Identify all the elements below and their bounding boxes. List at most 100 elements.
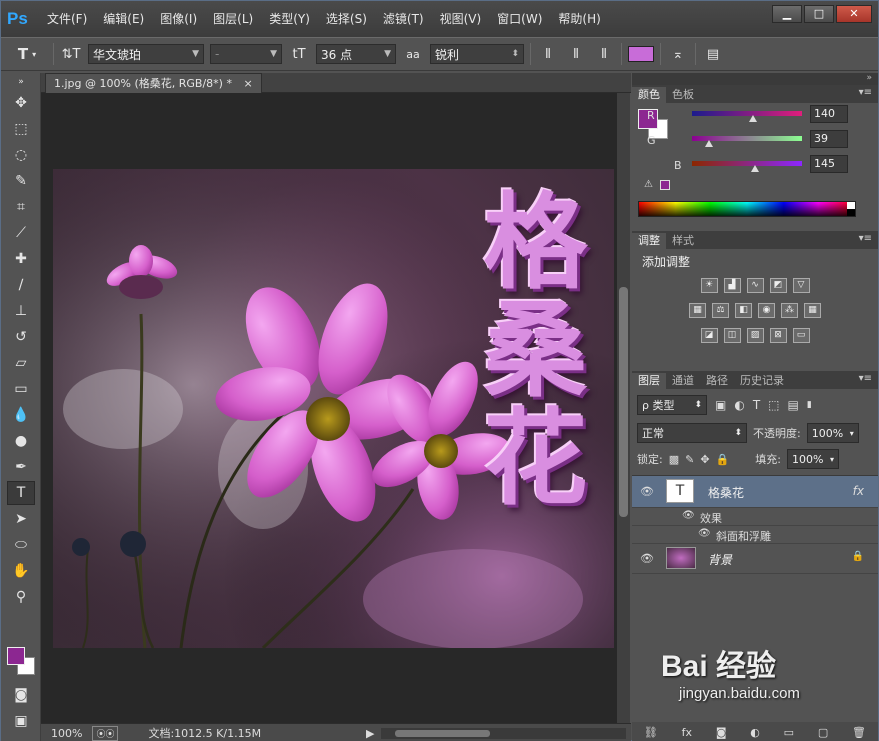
scroll-thumb[interactable] (619, 287, 628, 517)
document-image[interactable]: 格桑花 (53, 169, 614, 648)
vertical-scrollbar[interactable] (617, 93, 630, 723)
collapse-icon[interactable]: » (7, 75, 35, 89)
channel-value-field[interactable]: 39 (810, 130, 848, 148)
levels-icon[interactable]: ▟ (723, 278, 741, 293)
text-color-swatch[interactable] (628, 46, 654, 62)
tab-adjustments[interactable]: 调整 (632, 233, 666, 249)
menu-select[interactable]: 选择(S) (318, 1, 375, 37)
opacity-field[interactable]: 100% ▾ (806, 423, 859, 443)
channel-slider-track[interactable] (692, 111, 802, 116)
foreground-color-swatch[interactable] (7, 647, 25, 665)
hue-saturation-icon[interactable]: ▦ (689, 303, 706, 318)
menu-filter[interactable]: 滤镜(T) (375, 1, 432, 37)
effects-row[interactable]: 👁 效果 (632, 508, 878, 526)
toggle-orientation-button[interactable]: ⇅T (60, 43, 82, 65)
menu-view[interactable]: 视图(V) (432, 1, 490, 37)
channel-slider-thumb[interactable] (750, 165, 759, 172)
lasso-tool-icon[interactable]: ◌ (7, 143, 35, 167)
posterize-icon[interactable]: ◫ (723, 328, 741, 343)
tab-channels[interactable]: 通道 (666, 373, 700, 389)
channel-mixer-icon[interactable]: ⁂ (781, 303, 798, 318)
tab-swatches[interactable]: 色板 (666, 87, 700, 103)
gradient-tool-icon[interactable]: ▭ (7, 377, 35, 401)
filter-shape-icon[interactable]: ⬚ (768, 398, 779, 412)
exposure-icon[interactable]: ◩ (769, 278, 787, 293)
vibrance-icon[interactable]: ▽ (792, 278, 810, 293)
effect-bevel-row[interactable]: 👁 斜面和浮雕 (632, 526, 878, 544)
menu-image[interactable]: 图像(I) (152, 1, 205, 37)
gamut-color-chip[interactable] (660, 180, 670, 190)
selective-color-icon[interactable]: ⊠ (769, 328, 787, 343)
filter-smart-icon[interactable]: ▤ (788, 398, 799, 412)
invert-icon[interactable]: ◪ (700, 328, 718, 343)
color-lookup-icon[interactable]: ▦ (804, 303, 821, 318)
history-brush-tool-icon[interactable]: ↺ (7, 325, 35, 349)
gamut-warning-icon[interactable]: ⚠ (644, 179, 653, 190)
clone-stamp-tool-icon[interactable]: ⊥ (7, 299, 35, 323)
layer-name[interactable]: 背景 (708, 551, 732, 568)
horizontal-scrollbar[interactable] (381, 728, 626, 739)
menu-file[interactable]: 文件(F) (39, 1, 95, 37)
tab-history[interactable]: 历史记录 (734, 373, 790, 389)
menu-help[interactable]: 帮助(H) (550, 1, 608, 37)
healing-brush-tool-icon[interactable]: ✚ (7, 247, 35, 271)
threshold-icon[interactable]: ▨ (746, 328, 764, 343)
color-spectrum-bar[interactable] (638, 201, 856, 217)
crop-tool-icon[interactable]: ⌗ (7, 195, 35, 219)
marquee-tool-icon[interactable]: ⬚ (7, 117, 35, 141)
maximize-button[interactable]: □ (804, 5, 834, 23)
menu-layer[interactable]: 图层(L) (205, 1, 261, 37)
screen-mode-icon[interactable]: ▣ (7, 709, 35, 733)
black-white-icon[interactable]: ◧ (735, 303, 752, 318)
menu-type[interactable]: 类型(Y) (261, 1, 318, 37)
channel-value-field[interactable]: 140 (810, 105, 848, 123)
eyedropper-tool-icon[interactable]: ⟋ (7, 221, 35, 245)
channel-slider-thumb[interactable] (704, 140, 713, 147)
add-mask-icon[interactable]: ◙ (716, 726, 727, 739)
zoom-tool-icon[interactable]: ⚲ (7, 585, 35, 609)
align-right-icon[interactable]: ⦀ (593, 43, 615, 65)
filter-toggle-icon[interactable]: ▮ (807, 400, 812, 410)
panel-menu-icon[interactable]: ▾≡ (859, 233, 872, 244)
menu-window[interactable]: 窗口(W) (489, 1, 550, 37)
zoom-level[interactable]: 100% (51, 727, 82, 740)
tab-paths[interactable]: 路径 (700, 373, 734, 389)
status-menu-icon[interactable]: ⦿⦿ (92, 725, 119, 741)
font-size-select[interactable]: 36 点 ▼ (316, 44, 396, 64)
delete-layer-icon[interactable]: 🗑 (852, 726, 866, 739)
scroll-thumb[interactable] (395, 730, 490, 737)
new-group-icon[interactable]: ▭ (784, 726, 794, 739)
visibility-eye-icon[interactable]: 👁 (640, 485, 654, 498)
blend-mode-select[interactable]: 正常 ⬍ (637, 423, 747, 443)
dodge-tool-icon[interactable]: ● (7, 429, 35, 453)
font-style-select[interactable]: - ▼ (210, 44, 282, 64)
layer-filter-select[interactable]: ρ 类型 ⬍ (637, 395, 707, 415)
quick-select-tool-icon[interactable]: ✎ (7, 169, 35, 193)
pen-tool-icon[interactable]: ✒ (7, 455, 35, 479)
character-panel-icon[interactable]: ▤ (702, 43, 724, 65)
visibility-eye-icon[interactable]: 👁 (698, 528, 711, 539)
layer-name[interactable]: 格桑花 (708, 484, 744, 501)
layer-row-background[interactable]: 👁 背景 🔒 (632, 544, 878, 574)
visibility-eye-icon[interactable]: 👁 (682, 510, 695, 521)
brush-tool-icon[interactable]: ∕ (7, 273, 35, 297)
antialias-select[interactable]: 锐利 ⬍ (430, 44, 524, 64)
warp-text-icon[interactable]: ⌅ (667, 43, 689, 65)
align-left-icon[interactable]: ⦀ (537, 43, 559, 65)
filter-pixel-icon[interactable]: ▣ (715, 398, 726, 412)
close-icon[interactable]: × (243, 77, 252, 90)
panel-menu-icon[interactable]: ▾≡ (859, 87, 872, 98)
blur-tool-icon[interactable]: 💧 (7, 403, 35, 427)
tool-preset-button[interactable]: T ▾ (7, 43, 47, 65)
minimize-button[interactable]: ▁ (772, 5, 802, 23)
photo-filter-icon[interactable]: ◉ (758, 303, 775, 318)
fill-field[interactable]: 100% ▾ (786, 449, 839, 469)
layer-fx-badge[interactable]: fx (853, 484, 864, 498)
status-arrow-icon[interactable]: ▶ (366, 727, 374, 740)
canvas-area[interactable]: 格桑花 (41, 93, 617, 723)
channel-slider-thumb[interactable] (748, 115, 757, 122)
link-layers-icon[interactable]: ⛓ (644, 726, 658, 739)
add-style-icon[interactable]: fx (682, 726, 692, 739)
document-tab[interactable]: 1.jpg @ 100% (格桑花, RGB/8*) * × (45, 73, 262, 93)
brightness-contrast-icon[interactable]: ☀ (700, 278, 718, 293)
